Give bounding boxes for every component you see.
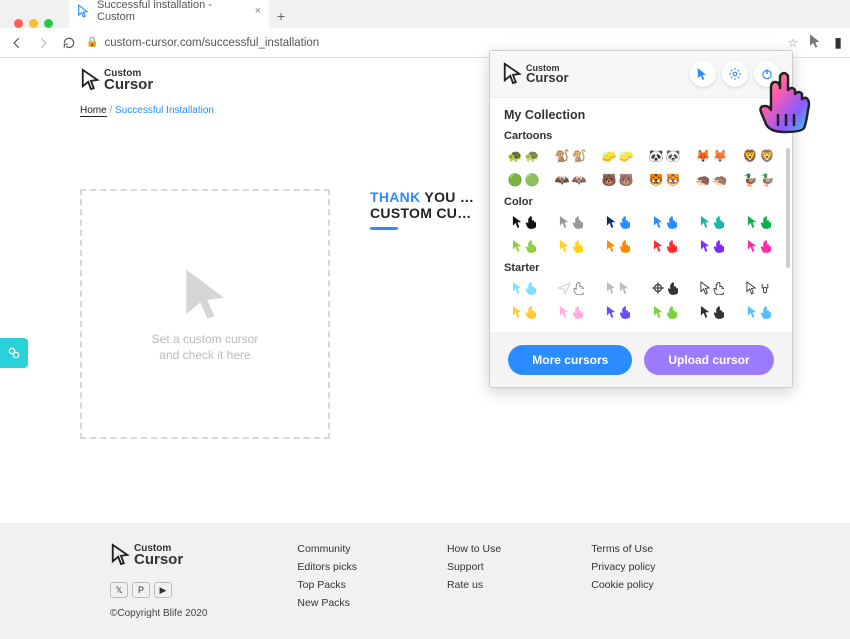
color-cursor-item[interactable]: [739, 212, 778, 232]
logo-cursor-icon: [80, 68, 102, 93]
cartoon-cursor-item[interactable]: 🐢🐢: [504, 146, 543, 166]
reload-button[interactable]: [60, 34, 78, 52]
footer-col-1: Community Editors picks Top Packs New Pa…: [297, 543, 357, 619]
breadcrumb-separator: /: [109, 105, 112, 116]
placeholder-cursor-icon: [177, 265, 233, 324]
footer-link[interactable]: Rate us: [447, 579, 501, 591]
footer-link[interactable]: How to Use: [447, 543, 501, 555]
heading-underline: [370, 227, 398, 230]
bookmark-star-icon[interactable]: ☆: [788, 36, 799, 50]
color-cursor-item[interactable]: [598, 212, 637, 232]
footer-link[interactable]: Top Packs: [297, 579, 357, 591]
collection-title: My Collection: [504, 108, 778, 122]
footer-col-2: How to Use Support Rate us: [447, 543, 501, 619]
footer-col-3: Terms of Use Privacy policy Cookie polic…: [591, 543, 655, 619]
more-cursors-button[interactable]: More cursors: [508, 345, 632, 375]
twitter-icon[interactable]: 𝕏: [110, 582, 128, 598]
url-text: custom-cursor.com/successful_installatio…: [104, 37, 319, 49]
cartoon-cursor-item[interactable]: 🧽🧽: [598, 146, 637, 166]
popup-logo: Custom Cursor: [502, 62, 569, 87]
maximize-window-icon[interactable]: [44, 19, 53, 28]
forward-button[interactable]: [34, 34, 52, 52]
logo-text-bottom: Cursor: [104, 78, 153, 92]
youtube-icon[interactable]: ▶: [154, 582, 172, 598]
thankyou-heading: THANK YOU … CUSTOM CU…: [370, 189, 474, 221]
starter-cursor-item[interactable]: [739, 302, 778, 322]
starter-cursor-item[interactable]: [551, 278, 590, 298]
starter-cursor-item[interactable]: [645, 278, 684, 298]
cartoon-cursor-item[interactable]: 🐯🐯: [645, 170, 684, 190]
starter-cursor-item[interactable]: [504, 302, 543, 322]
starter-cursor-item[interactable]: [551, 302, 590, 322]
section-cartoons: Cartoons: [504, 130, 778, 142]
cursor-preview-area[interactable]: Set a custom cursor and check it here: [80, 189, 330, 439]
upload-cursor-button[interactable]: Upload cursor: [644, 345, 773, 375]
preview-text-1: Set a custom cursor: [152, 332, 259, 348]
cartoon-cursor-item[interactable]: 🐻🐻: [598, 170, 637, 190]
new-tab-button[interactable]: +: [269, 4, 293, 28]
footer-link[interactable]: Privacy policy: [591, 561, 655, 573]
footer-logo[interactable]: Custom Cursor: [110, 543, 207, 568]
footer-link[interactable]: Editors picks: [297, 561, 357, 573]
tab-favicon: [77, 4, 91, 18]
starter-cursor-item[interactable]: [598, 278, 637, 298]
preview-text-2: and check it here: [152, 348, 259, 364]
footer-logo-icon: [110, 543, 132, 568]
tab-close-icon[interactable]: ×: [255, 5, 261, 17]
popup-power-button[interactable]: [754, 61, 780, 87]
color-cursor-item[interactable]: [645, 236, 684, 256]
popup-settings-button[interactable]: [722, 61, 748, 87]
extension-popup: Custom Cursor My Collection Cartoons 🐢🐢 🐒…: [489, 50, 793, 388]
starter-cursor-item[interactable]: [739, 278, 778, 298]
color-cursor-item[interactable]: [551, 212, 590, 232]
window-controls[interactable]: [6, 11, 61, 28]
pinterest-icon[interactable]: P: [132, 582, 150, 598]
cartoon-cursor-item[interactable]: 🦔🦔: [692, 170, 731, 190]
cartoon-cursor-item[interactable]: 🐒🐒: [551, 146, 590, 166]
starter-cursor-item[interactable]: [645, 302, 684, 322]
feedback-tab[interactable]: [0, 338, 28, 368]
address-bar[interactable]: 🔒 custom-cursor.com/successful_installat…: [86, 37, 780, 49]
footer-link[interactable]: New Packs: [297, 597, 357, 609]
browser-tab[interactable]: Successful installation - Custom ×: [69, 0, 269, 28]
lock-icon: 🔒: [86, 37, 98, 48]
starter-cursor-item[interactable]: [504, 278, 543, 298]
footer-link[interactable]: Support: [447, 561, 501, 573]
minimize-window-icon[interactable]: [29, 19, 38, 28]
breadcrumb-home[interactable]: Home: [80, 105, 107, 117]
close-window-icon[interactable]: [14, 19, 23, 28]
extension-other-icon[interactable]: ▮: [834, 34, 842, 51]
starter-cursor-item[interactable]: [692, 278, 731, 298]
color-cursor-item[interactable]: [504, 236, 543, 256]
cartoon-cursor-item[interactable]: 🟢🟢: [504, 170, 543, 190]
back-button[interactable]: [8, 34, 26, 52]
breadcrumb-current[interactable]: Successful Installation: [115, 105, 214, 116]
tab-title: Successful installation - Custom: [97, 0, 233, 23]
starter-cursor-item[interactable]: [692, 302, 731, 322]
starter-cursor-item[interactable]: [598, 302, 637, 322]
footer-link[interactable]: Terms of Use: [591, 543, 655, 555]
cartoon-cursor-item[interactable]: 🦇🦇: [551, 170, 590, 190]
color-cursor-item[interactable]: [692, 236, 731, 256]
copyright-text: ©Copyright Blife 2020: [110, 608, 207, 619]
color-cursor-item[interactable]: [645, 212, 684, 232]
color-cursor-item[interactable]: [598, 236, 637, 256]
footer-link[interactable]: Cookie policy: [591, 579, 655, 591]
popup-scrollbar[interactable]: [786, 148, 790, 268]
cartoon-cursor-item[interactable]: 🦁🦁: [739, 146, 778, 166]
section-starter: Starter: [504, 262, 778, 274]
color-cursor-item[interactable]: [692, 212, 731, 232]
extension-cursor-icon[interactable]: [808, 33, 824, 52]
cartoon-cursor-item[interactable]: 🦆🦆: [739, 170, 778, 190]
footer-link[interactable]: Community: [297, 543, 357, 555]
color-cursor-item[interactable]: [739, 236, 778, 256]
section-color: Color: [504, 196, 778, 208]
popup-cursor-button[interactable]: [690, 61, 716, 87]
cartoon-cursor-item[interactable]: 🐼🐼: [645, 146, 684, 166]
color-cursor-item[interactable]: [551, 236, 590, 256]
color-cursor-item[interactable]: [504, 212, 543, 232]
cartoon-cursor-item[interactable]: 🦊🦊: [692, 146, 731, 166]
